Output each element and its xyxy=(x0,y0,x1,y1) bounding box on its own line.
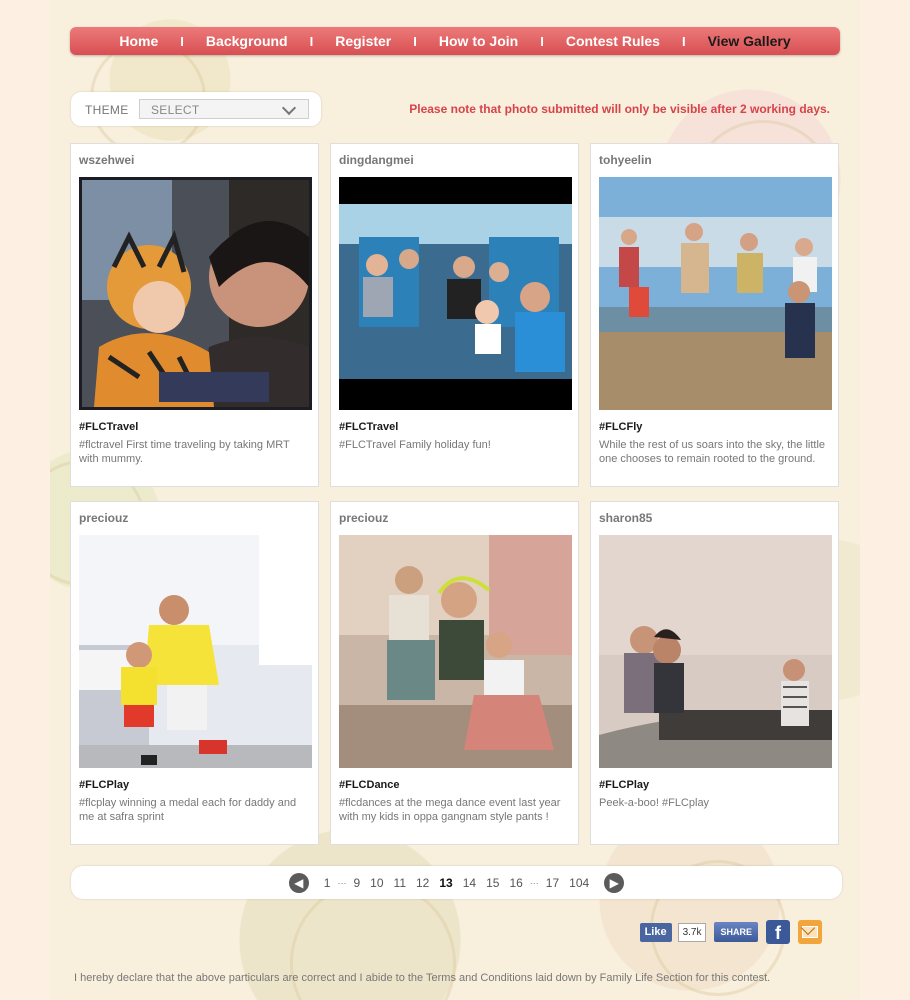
photo[interactable] xyxy=(339,535,572,768)
current-page: 13 xyxy=(439,875,453,890)
theme-select[interactable]: SELECT xyxy=(139,99,309,119)
card-username[interactable]: sharon85 xyxy=(599,511,652,525)
card-hashtag: #FLCDance xyxy=(339,779,400,791)
photo[interactable] xyxy=(79,177,312,410)
page-link[interactable]: 17 xyxy=(546,876,559,890)
photo[interactable] xyxy=(339,177,572,410)
gallery-card[interactable]: wszehwei #FLCTravel #flctravel First tim… xyxy=(70,143,319,487)
page-link[interactable]: 12 xyxy=(416,876,429,890)
card-hashtag: #FLCFly xyxy=(599,421,643,433)
card-username[interactable]: dingdangmei xyxy=(339,153,414,167)
page-link[interactable]: 15 xyxy=(486,876,499,890)
nav-separator: I xyxy=(309,33,314,49)
nav-separator: I xyxy=(413,33,417,49)
card-hashtag: #FLCPlay xyxy=(79,779,130,791)
page-link[interactable]: 16 xyxy=(509,876,522,890)
nav-separator: I xyxy=(180,33,184,49)
page-link[interactable]: 104 xyxy=(569,876,589,890)
facebook-icon[interactable]: f xyxy=(766,920,790,944)
pagination: ◀ 1 ··· 9 10 11 12 13 14 15 16 ··· 17 10… xyxy=(71,866,842,899)
page-link[interactable]: 9 xyxy=(353,876,360,890)
card-caption: #flcdances at the mega dance event last … xyxy=(339,797,561,823)
card-caption: #flctravel First time traveling by takin… xyxy=(79,439,290,465)
page: Home I Background I Register I How to Jo… xyxy=(50,0,860,1000)
gallery-card[interactable]: sharon85 #FLCPlay Peek-a-boo! #FLCplay xyxy=(590,501,839,845)
photo[interactable] xyxy=(599,177,832,410)
nav-separator: I xyxy=(681,33,686,49)
page-link[interactable]: 1 xyxy=(324,876,331,890)
page-list: 1 ··· 9 10 11 12 13 14 15 16 ··· 17 104 xyxy=(319,876,594,890)
nav-register[interactable]: Register xyxy=(333,33,393,49)
submission-notice: Please note that photo submitted will on… xyxy=(409,102,830,116)
theme-select-value: SELECT xyxy=(151,103,200,117)
like-count: 3.7k xyxy=(677,922,707,942)
page-link[interactable]: 14 xyxy=(463,876,476,890)
card-caption: #FLCTravel Family holiday fun! xyxy=(339,439,491,451)
prev-page-button[interactable]: ◀ xyxy=(288,872,309,893)
pagination-ellipsis: ··· xyxy=(337,877,347,888)
nav-contest-rules[interactable]: Contest Rules xyxy=(564,33,662,49)
card-caption: #flcplay winning a medal each for daddy … xyxy=(79,797,297,823)
card-username[interactable]: tohyeelin xyxy=(599,153,652,167)
facebook-like-button[interactable]: Like xyxy=(639,922,672,942)
card-username[interactable]: preciouz xyxy=(339,511,388,525)
gallery-card[interactable]: dingdangmei #FLCTravel #FLCTravel Family… xyxy=(330,143,579,487)
page-link[interactable]: 11 xyxy=(394,876,406,890)
gallery-card[interactable]: tohyeelin #FLCFly While the rest of us s… xyxy=(590,143,839,487)
nav-background[interactable]: Background xyxy=(204,33,290,49)
nav-separator: I xyxy=(540,33,544,49)
nav-home[interactable]: Home xyxy=(117,33,160,49)
card-caption: While the rest of us soars into the sky,… xyxy=(599,439,826,465)
card-username[interactable]: wszehwei xyxy=(79,153,134,167)
theme-label: THEME xyxy=(85,103,129,117)
email-icon[interactable] xyxy=(798,920,822,944)
card-hashtag: #FLCTravel xyxy=(79,421,139,433)
card-username[interactable]: preciouz xyxy=(79,511,128,525)
chevron-down-icon xyxy=(281,100,297,116)
main-nav: Home I Background I Register I How to Jo… xyxy=(70,27,840,55)
photo[interactable] xyxy=(79,535,312,768)
gallery-card[interactable]: preciouz #FLCDance #flcdances at the meg… xyxy=(330,501,579,845)
facebook-like-label: Like xyxy=(644,925,667,938)
card-hashtag: #FLCPlay xyxy=(599,779,650,791)
pagination-ellipsis: ··· xyxy=(529,877,539,888)
gallery-card[interactable]: preciouz #FLCPlay #flcplay winning a med… xyxy=(70,501,319,845)
nav-how-to-join[interactable]: How to Join xyxy=(437,33,520,49)
nav-view-gallery[interactable]: View Gallery xyxy=(706,33,793,49)
terms-declaration: I hereby declare that the above particul… xyxy=(74,972,771,984)
social-bar: Like 3.7k SHARE f xyxy=(639,920,822,944)
theme-filter: THEME SELECT xyxy=(71,92,321,126)
card-hashtag: #FLCTravel xyxy=(339,421,399,433)
photo[interactable] xyxy=(599,535,832,768)
page-link[interactable]: 10 xyxy=(370,876,383,890)
next-page-button[interactable]: ▶ xyxy=(604,872,625,893)
card-caption: Peek-a-boo! #FLCplay xyxy=(599,797,710,809)
facebook-share-button[interactable]: SHARE xyxy=(714,922,758,942)
